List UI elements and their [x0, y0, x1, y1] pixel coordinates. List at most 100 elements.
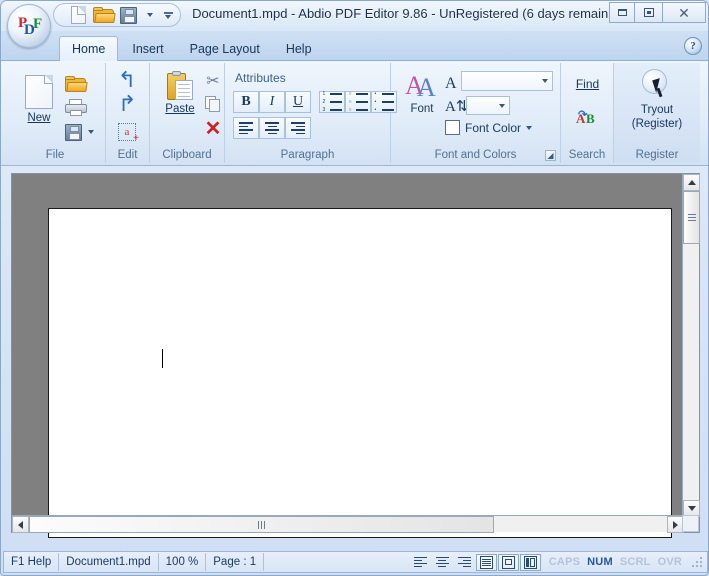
find-button-label: Find — [575, 77, 600, 91]
maximize-button[interactable] — [634, 2, 663, 23]
redo-icon: ↰ — [117, 92, 137, 117]
align-center-icon — [435, 556, 449, 568]
chevron-down-icon-2 — [499, 103, 505, 108]
bulleted-list-button[interactable]: ○ ○ ○ — [345, 91, 371, 113]
title-bar: P D F Document1.mpd - Abdio PDF Editor 9… — [1, 1, 708, 48]
status-view-single-button[interactable] — [497, 553, 519, 571]
align-center-button[interactable] — [259, 117, 285, 139]
delete-x-icon: ✕ — [204, 118, 222, 140]
folder-open-icon — [65, 75, 88, 93]
document-work-area[interactable] — [11, 173, 700, 538]
bold-button[interactable]: B — [233, 91, 259, 113]
new-button-label: New — [27, 112, 51, 124]
ribbon-group-clipboard: Paste ✂ ✕ Clipboard — [150, 63, 225, 163]
find-button[interactable]: Find — [565, 77, 610, 91]
cursor-click-icon — [640, 69, 674, 103]
align-right-button[interactable] — [285, 117, 311, 139]
tab-page-layout[interactable]: Page Layout — [178, 36, 272, 61]
undo-button[interactable]: ↰ — [114, 69, 140, 93]
window-resize-grip[interactable] — [690, 555, 704, 569]
group-label-paragraph: Paragraph — [280, 149, 335, 161]
font-name-combo[interactable] — [461, 71, 553, 91]
application-menu-button[interactable]: P D F — [7, 4, 51, 48]
bold-button-label: B — [241, 94, 251, 109]
align-left-icon — [239, 122, 253, 134]
document-icon — [71, 6, 86, 24]
tab-home[interactable]: Home — [59, 36, 119, 61]
font-color-button[interactable]: Font Color — [445, 120, 533, 135]
quick-access-toolbar — [53, 3, 181, 27]
attributes-header: Attributes — [235, 71, 286, 85]
save-dropdown-button[interactable] — [85, 121, 97, 143]
scroll-left-button[interactable] — [12, 516, 29, 533]
font-button-label: Font — [410, 103, 434, 115]
horizontal-scroll-thumb[interactable] — [29, 516, 494, 533]
italic-button[interactable]: I — [259, 91, 285, 113]
paste-button-label: Paste — [165, 103, 195, 115]
font-button[interactable]: AA Font — [399, 73, 445, 116]
font-dialog-launcher[interactable]: ◢ — [545, 150, 556, 161]
horizontal-scrollbar[interactable] — [12, 515, 684, 533]
status-document-name-label: Document1.mpd — [66, 556, 151, 568]
italic-button-label: I — [269, 94, 275, 109]
copy-button[interactable] — [202, 93, 224, 115]
tab-help-label: Help — [285, 41, 312, 56]
open-button[interactable] — [63, 73, 89, 95]
status-zoom-level[interactable]: 100 % — [159, 553, 207, 571]
bulleted-list-icon: ○ ○ ○ — [349, 91, 368, 113]
replace-button[interactable]: ↷ A B — [573, 105, 601, 131]
status-help-hint[interactable]: F1 Help — [4, 553, 60, 571]
tab-home-label: Home — [72, 42, 106, 56]
status-bar: F1 Help Document1.mpd 100 % Page : 1 CAP… — [3, 551, 708, 573]
minimize-button[interactable] — [609, 2, 635, 23]
paste-button[interactable]: Paste — [156, 71, 204, 115]
group-label-register: Register — [635, 149, 679, 161]
close-button[interactable]: ✕ — [662, 2, 706, 23]
grip-icon — [687, 214, 696, 221]
indicator-caps: CAPS — [548, 556, 581, 568]
vertical-scrollbar[interactable] — [682, 174, 700, 517]
qat-customize-button[interactable] — [160, 5, 176, 25]
group-label-clipboard: Clipboard — [162, 149, 212, 161]
cut-button[interactable]: ✂ — [202, 69, 224, 91]
text-caret — [162, 349, 163, 368]
page-facing-icon — [523, 555, 537, 569]
qat-save-dropdown[interactable] — [143, 5, 156, 25]
status-view-facing-button[interactable] — [519, 553, 541, 571]
underline-button[interactable]: U — [285, 91, 311, 113]
status-align-center-button[interactable] — [432, 554, 453, 571]
page-single-icon — [501, 555, 515, 569]
status-align-right-button[interactable] — [454, 554, 475, 571]
document-page[interactable] — [48, 208, 672, 538]
help-button[interactable]: ? — [684, 37, 702, 55]
qat-open-button[interactable] — [93, 5, 116, 25]
font-size-combo[interactable] — [466, 96, 510, 115]
qat-save-button[interactable] — [118, 5, 139, 25]
new-button[interactable]: New — [15, 75, 63, 124]
qat-new-button[interactable] — [68, 5, 89, 25]
find-replace-button[interactable]: a + — [115, 121, 139, 144]
group-label-font-and-colors: Font and Colors — [434, 149, 517, 161]
tryout-label-line1: Tryout — [640, 104, 674, 116]
status-view-full-button[interactable] — [475, 553, 497, 571]
tab-insert[interactable]: Insert — [120, 36, 175, 61]
printer-icon — [65, 99, 87, 117]
delete-button[interactable]: ✕ — [202, 117, 224, 141]
print-button[interactable] — [63, 97, 89, 119]
status-align-left-button[interactable] — [410, 554, 431, 571]
tab-help[interactable]: Help — [274, 36, 324, 61]
window-controls: ✕ — [609, 2, 706, 23]
tryout-register-button[interactable]: Tryout (Register) — [620, 69, 694, 131]
redo-button[interactable]: ↰ — [114, 92, 140, 117]
page-full-icon — [479, 555, 493, 569]
chevron-down-icon-3 — [526, 125, 533, 130]
font-size-label-icon: A⇅ — [445, 99, 469, 115]
window-title: Document1.mpd - Abdio PDF Editor 9.86 - … — [192, 6, 630, 21]
vertical-scroll-thumb[interactable] — [683, 191, 700, 244]
ribbon-group-search: Find ↷ A B Search — [561, 63, 614, 163]
align-left-button[interactable] — [233, 117, 259, 139]
scroll-up-button[interactable] — [683, 174, 700, 191]
status-indicators: CAPS NUM SCRL OVR — [541, 556, 690, 568]
numbered-list-button[interactable]: 1 2 3 — [319, 91, 345, 113]
save-button[interactable] — [62, 121, 84, 143]
